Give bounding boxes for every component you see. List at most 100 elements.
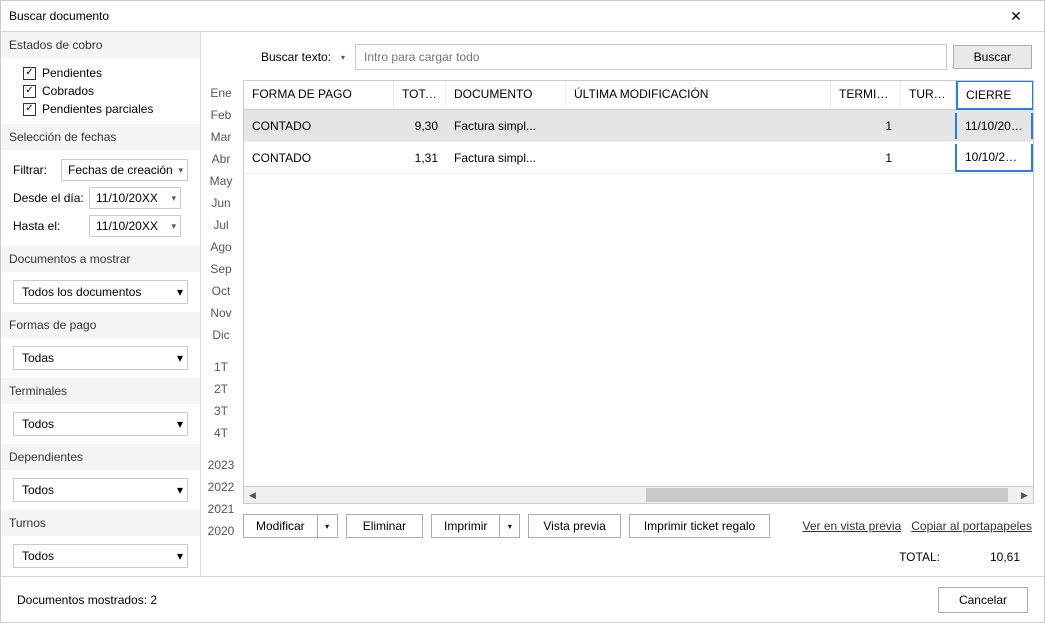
chevron-down-icon: ▾ <box>177 285 183 299</box>
table-header: FORMA DE PAGO TOTAL DOCUMENTO ÚLTIMA MOD… <box>244 81 1033 110</box>
footer: Documentos mostrados: 2 Cancelar <box>1 576 1044 622</box>
period-Jun[interactable]: Jun <box>211 192 230 214</box>
period-2021[interactable]: 2021 <box>208 498 235 520</box>
search-button[interactable]: Buscar <box>953 45 1032 69</box>
chevron-down-icon: ▾ <box>178 165 183 176</box>
th-total[interactable]: TOTAL <box>394 81 446 109</box>
copiar-portapapeles-link[interactable]: Copiar al portapapeles <box>911 519 1032 533</box>
section-fechas-title: Selección de fechas <box>1 124 200 150</box>
chevron-down-icon[interactable]: ▾ <box>341 53 345 62</box>
section-turnos-title: Turnos <box>1 510 200 536</box>
filter-sidebar: Estados de cobro ✓ Pendientes ✓ Cobrados… <box>1 32 201 576</box>
eliminar-button[interactable]: Eliminar <box>346 514 423 538</box>
cell-total: 1,31 <box>394 145 446 171</box>
cell-doc: Factura simpl... <box>446 145 566 171</box>
checkbox-icon: ✓ <box>23 85 36 98</box>
table-row[interactable]: CONTADO1,31Factura simpl...110/10/20XX <box>244 142 1033 174</box>
cell-turno <box>900 152 955 164</box>
th-cierre[interactable]: CIERRE <box>956 80 1034 110</box>
horizontal-scrollbar[interactable]: ◀ ▶ <box>244 486 1033 503</box>
scroll-thumb[interactable] <box>646 488 1008 502</box>
period-2020[interactable]: 2020 <box>208 520 235 542</box>
documents-count: Documentos mostrados: 2 <box>17 593 938 607</box>
period-2T[interactable]: 2T <box>214 378 228 400</box>
checkbox-icon: ✓ <box>23 67 36 80</box>
cell-term: 1 <box>830 113 900 139</box>
modificar-dropdown[interactable]: ▾ <box>318 514 338 538</box>
close-icon[interactable]: ✕ <box>996 2 1036 30</box>
period-Nov[interactable]: Nov <box>210 302 231 324</box>
hasta-date[interactable]: 11/10/20XX ▾ <box>89 215 181 237</box>
chevron-down-icon: ▾ <box>171 221 176 232</box>
select-value: 11/10/20XX <box>96 191 158 205</box>
turnos-select[interactable]: Todos ▾ <box>13 544 188 568</box>
select-value: Todos <box>22 417 54 431</box>
content-area: Buscar texto: ▾ Buscar FORMA DE PAGO TOT… <box>241 32 1044 576</box>
table-body: CONTADO9,30Factura simpl...111/10/20XXCO… <box>244 110 1033 174</box>
total-label: TOTAL: <box>899 550 940 564</box>
filtrar-select[interactable]: Fechas de creación ▾ <box>61 159 188 181</box>
cell-forma: CONTADO <box>244 145 394 171</box>
chk-cobrados[interactable]: ✓ Cobrados <box>13 82 188 100</box>
chevron-down-icon: ▾ <box>171 193 176 204</box>
cell-mod <box>566 152 830 164</box>
chevron-down-icon: ▾ <box>177 483 183 497</box>
period-Feb[interactable]: Feb <box>211 104 232 126</box>
period-2022[interactable]: 2022 <box>208 476 235 498</box>
period-3T[interactable]: 3T <box>214 400 228 422</box>
terminales-select[interactable]: Todos ▾ <box>13 412 188 436</box>
period-Sep[interactable]: Sep <box>210 258 231 280</box>
search-input[interactable] <box>355 44 947 70</box>
search-label: Buscar texto: <box>261 50 331 64</box>
period-picker: EneFebMarAbrMayJunJulAgoSepOctNovDic 1T2T… <box>201 32 241 576</box>
section-dependientes-title: Dependientes <box>1 444 200 470</box>
scroll-right-icon[interactable]: ▶ <box>1016 487 1033 504</box>
modificar-button[interactable]: Modificar <box>243 514 318 538</box>
period-Ene[interactable]: Ene <box>210 82 231 104</box>
select-value: Todos los documentos <box>22 285 141 299</box>
section-docs-title: Documentos a mostrar <box>1 246 200 272</box>
cell-doc: Factura simpl... <box>446 113 566 139</box>
period-May[interactable]: May <box>210 170 233 192</box>
chk-pendientes-parciales[interactable]: ✓ Pendientes parciales <box>13 100 188 118</box>
select-value: Todos <box>22 483 54 497</box>
total-value: 10,61 <box>990 550 1020 564</box>
period-Mar[interactable]: Mar <box>211 126 232 148</box>
formas-select[interactable]: Todas ▾ <box>13 346 188 370</box>
period-Abr[interactable]: Abr <box>212 148 231 170</box>
select-value: Fechas de creación <box>68 163 173 177</box>
scroll-left-icon[interactable]: ◀ <box>244 487 261 504</box>
period-4T[interactable]: 4T <box>214 422 228 444</box>
ver-vista-previa-link[interactable]: Ver en vista previa <box>803 519 902 533</box>
section-estados-title: Estados de cobro <box>1 32 200 58</box>
period-Oct[interactable]: Oct <box>212 280 231 302</box>
imprimir-button[interactable]: Imprimir <box>431 514 500 538</box>
table-row[interactable]: CONTADO9,30Factura simpl...111/10/20XX <box>244 110 1033 142</box>
titlebar: Buscar documento ✕ <box>1 1 1044 31</box>
desde-date[interactable]: 11/10/20XX ▾ <box>89 187 181 209</box>
th-forma[interactable]: FORMA DE PAGO <box>244 81 394 109</box>
cell-cierre: 10/10/20XX <box>955 144 1033 172</box>
vista-previa-button[interactable]: Vista previa <box>528 514 620 538</box>
dependientes-select[interactable]: Todos ▾ <box>13 478 188 502</box>
th-terminal[interactable]: TERMINAL <box>831 81 901 109</box>
cancel-button[interactable]: Cancelar <box>938 587 1028 613</box>
th-modificacion[interactable]: ÚLTIMA MODIFICACIÓN <box>566 81 831 109</box>
filtrar-label: Filtrar: <box>13 163 55 177</box>
dialog-buscar-documento: Buscar documento ✕ Estados de cobro ✓ Pe… <box>0 0 1045 623</box>
period-Jul[interactable]: Jul <box>213 214 228 236</box>
chk-pendientes[interactable]: ✓ Pendientes <box>13 64 188 82</box>
desde-label: Desde el día: <box>13 191 83 205</box>
cell-total: 9,30 <box>394 113 446 139</box>
th-turno[interactable]: TURNO <box>901 81 956 109</box>
period-2023[interactable]: 2023 <box>208 454 235 476</box>
period-1T[interactable]: 1T <box>214 356 228 378</box>
imprimir-dropdown[interactable]: ▾ <box>500 514 520 538</box>
period-Ago[interactable]: Ago <box>210 236 231 258</box>
chevron-down-icon: ▾ <box>177 417 183 431</box>
imprimir-ticket-button[interactable]: Imprimir ticket regalo <box>629 514 770 538</box>
period-Dic[interactable]: Dic <box>212 324 229 346</box>
th-documento[interactable]: DOCUMENTO <box>446 81 566 109</box>
window-title: Buscar documento <box>9 9 996 23</box>
docs-select[interactable]: Todos los documentos ▾ <box>13 280 188 304</box>
